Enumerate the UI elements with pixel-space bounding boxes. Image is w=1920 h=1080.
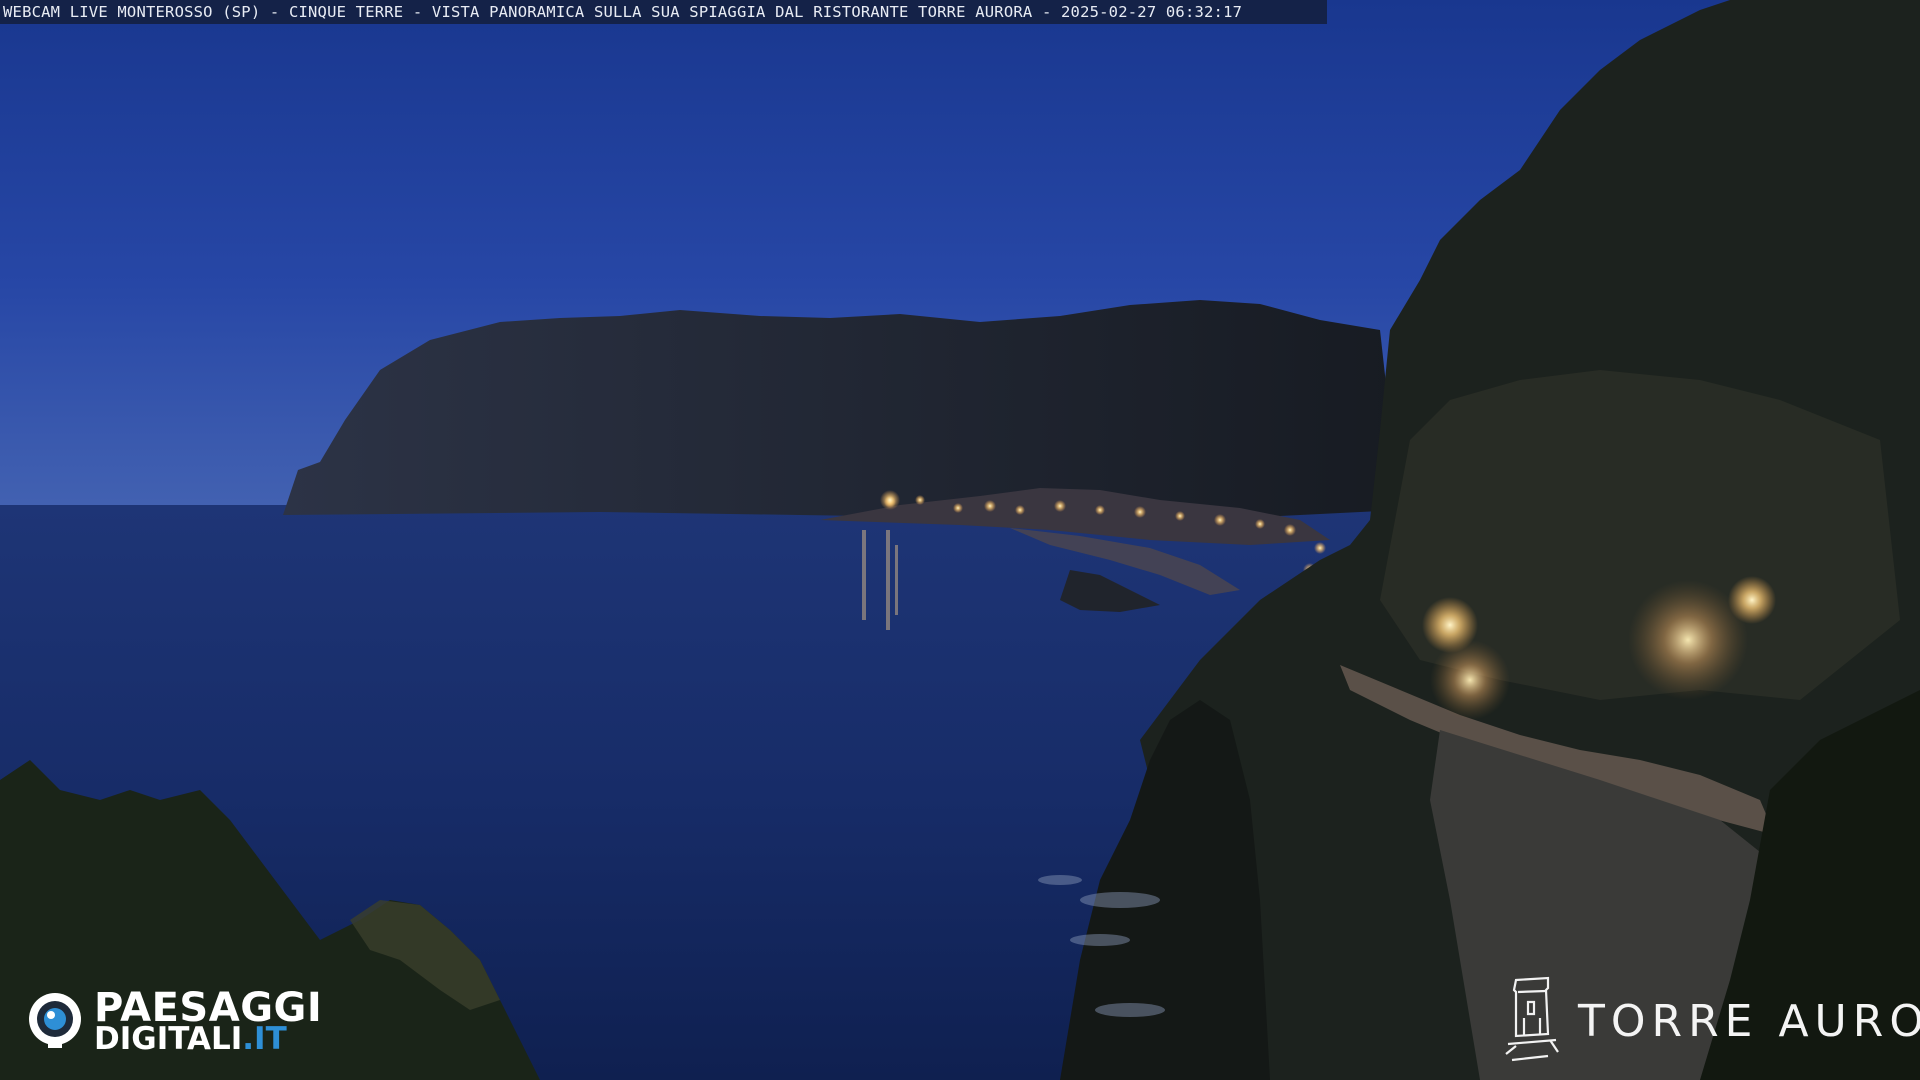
tower-icon [1505, 976, 1559, 1062]
torre-aurora-text: TORRE AURORA [1578, 996, 1920, 1047]
logo-line2: DIGITALI.IT [94, 1024, 287, 1055]
caption-bar: WEBCAM LIVE MONTEROSSO (SP) - CINQUE TER… [0, 0, 1327, 24]
webcam-caption: WEBCAM LIVE MONTEROSSO (SP) - CINQUE TER… [3, 3, 1243, 21]
logo-line2-main: DIGITALI [94, 1021, 243, 1057]
webcam-scene [0, 0, 1920, 1080]
webcam-frame: WEBCAM LIVE MONTEROSSO (SP) - CINQUE TER… [0, 0, 1920, 1080]
eye-icon [29, 993, 81, 1048]
torre-aurora-logo: TORRE AURORA [1502, 974, 1920, 1066]
paesaggi-digitali-logo: PAESAGGI DIGITALI.IT [26, 984, 336, 1056]
logo-line2-accent: .IT [242, 1021, 287, 1057]
